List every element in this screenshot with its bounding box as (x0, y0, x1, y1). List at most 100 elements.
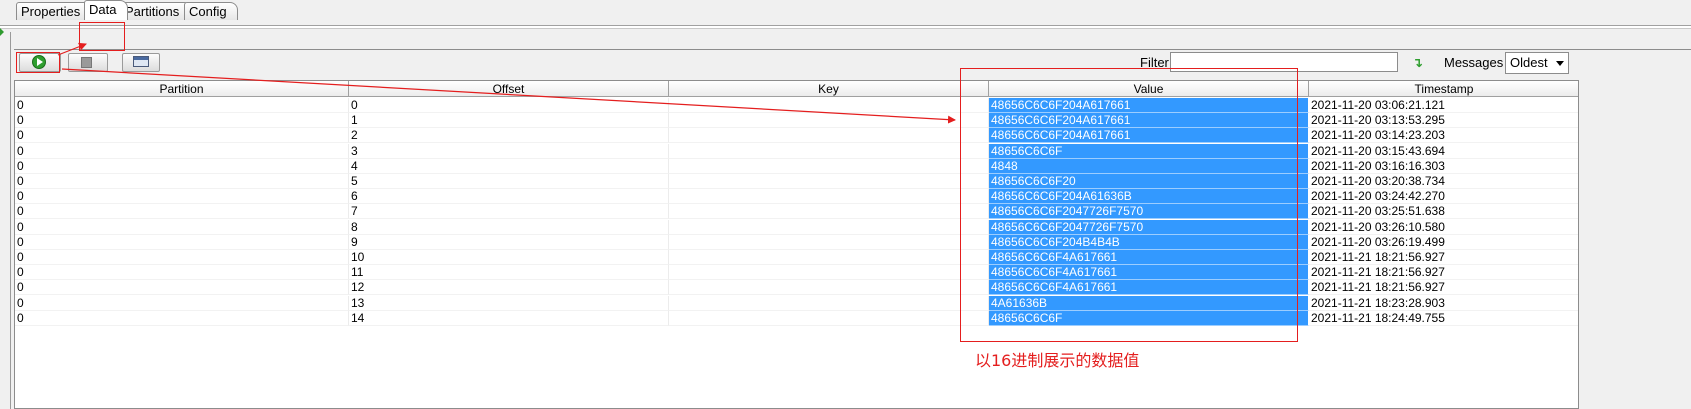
cell-key[interactable] (669, 310, 989, 326)
cell-key[interactable] (669, 250, 989, 265)
cell-offset[interactable]: 13 (349, 295, 669, 311)
cell-timestamp[interactable]: 2021-11-20 03:20:38.734 (1309, 174, 1578, 189)
cell-timestamp[interactable]: 2021-11-20 03:13:53.295 (1309, 113, 1578, 129)
cell-offset[interactable]: 14 (349, 310, 669, 326)
cell-key[interactable] (669, 143, 989, 159)
cell-key[interactable] (669, 158, 989, 174)
column-header-timestamp[interactable]: Timestamp (1309, 81, 1578, 97)
highlight-box-data-tab (79, 22, 125, 51)
cell-partition[interactable]: 0 (15, 128, 349, 144)
window-top-bar (0, 0, 1691, 26)
cell-offset[interactable]: 2 (349, 128, 669, 144)
cell-partition[interactable]: 0 (15, 250, 349, 265)
table-row[interactable]: 0 11 48656C6C6F4A617661 2021-11-21 18:21:56… (15, 265, 1578, 281)
messages-select[interactable]: Oldest (1505, 52, 1569, 74)
cell-partition[interactable]: 0 (15, 234, 349, 250)
cell-offset[interactable]: 7 (349, 204, 669, 220)
cell-offset[interactable]: 12 (349, 280, 669, 296)
highlight-box-value-column (960, 68, 1298, 342)
cell-offset[interactable]: 6 (349, 189, 669, 205)
table-row[interactable]: 0 6 48656C6C6F204A61636B 2021-11-20 03:24:4… (15, 189, 1578, 205)
cell-key[interactable] (669, 265, 989, 281)
cell-timestamp[interactable]: 2021-11-20 03:16:16.303 (1309, 158, 1578, 174)
cell-timestamp[interactable]: 2021-11-21 18:24:49.755 (1309, 310, 1578, 326)
cell-key[interactable] (669, 234, 989, 250)
cell-partition[interactable]: 0 (15, 158, 349, 174)
cell-partition[interactable]: 0 (15, 113, 349, 129)
cell-timestamp[interactable]: 2021-11-20 03:15:43.694 (1309, 144, 1578, 159)
table-row[interactable]: 0 9 48656C6C6F204B4B4B 2021-11-20 03:26:19.… (15, 234, 1578, 250)
cell-key[interactable] (669, 219, 989, 235)
cell-timestamp[interactable]: 2021-11-20 03:06:21.121 (1309, 98, 1578, 113)
filter-apply-icon[interactable]: ↴ (1412, 55, 1423, 71)
cell-partition[interactable]: 0 (15, 219, 349, 235)
table-row[interactable]: 0 2 48656C6C6F204A617661 2021-11-20 03:14:2… (15, 128, 1578, 144)
cell-key[interactable] (669, 295, 989, 311)
cell-partition[interactable]: 0 (15, 280, 349, 296)
stop-icon (81, 57, 92, 68)
messages-table[interactable]: Partition Offset Key Value Timestamp 004… (14, 80, 1579, 409)
table-row[interactable]: 0 10 48656C6C6F4A617661 2021-11-21 18:21:56… (15, 250, 1578, 265)
cell-offset[interactable]: 1 (349, 113, 669, 129)
table-row[interactable]: 0 14 48656C6C6F 2021-11-21 18:24:49.755 (15, 310, 1578, 326)
cell-timestamp[interactable]: 2021-11-21 18:23:28.903 (1309, 296, 1578, 311)
window-icon (133, 56, 149, 67)
cell-key[interactable] (669, 128, 989, 144)
chevron-down-icon (1556, 61, 1564, 66)
cell-timestamp[interactable]: 2021-11-21 18:21:56.927 (1309, 280, 1578, 296)
table-row[interactable]: 0 7 48656C6C6F2047726F7570 2021-11-20 03:25… (15, 204, 1578, 220)
tab-config[interactable]: Config (184, 2, 238, 20)
tab-properties[interactable]: Properties (16, 2, 94, 20)
cell-partition[interactable]: 0 (15, 189, 349, 205)
window-top-divider (0, 26, 1691, 29)
cell-key[interactable] (669, 280, 989, 296)
highlight-box-start-button (16, 52, 60, 73)
view-button[interactable] (122, 53, 160, 72)
cell-timestamp[interactable]: 2021-11-20 03:26:19.499 (1309, 235, 1578, 250)
column-header-key[interactable]: Key (669, 81, 989, 97)
cell-partition[interactable]: 0 (15, 265, 349, 281)
table-row[interactable]: 0 3 48656C6C6F 2021-11-20 03:15:43.694 (15, 143, 1578, 159)
table-row[interactable]: 0 12 48656C6C6F4A617661 2021-11-21 18:21:56… (15, 280, 1578, 296)
cell-key[interactable] (669, 204, 989, 220)
stop-button[interactable] (68, 53, 108, 72)
cell-partition[interactable]: 0 (15, 295, 349, 311)
cell-offset[interactable]: 0 (349, 98, 669, 113)
cell-timestamp[interactable]: 2021-11-21 18:21:56.927 (1309, 265, 1578, 281)
cell-offset[interactable]: 3 (349, 143, 669, 159)
cell-key[interactable] (669, 174, 989, 189)
cell-partition[interactable]: 0 (15, 174, 349, 189)
tab-label: Data (89, 2, 117, 17)
cell-timestamp[interactable]: 2021-11-20 03:14:23.203 (1309, 128, 1578, 144)
table-row[interactable]: 0 13 4A61636B 2021-11-21 18:23:28.903 (15, 295, 1578, 311)
cell-timestamp[interactable]: 2021-11-21 18:21:56.927 (1309, 250, 1578, 265)
cell-timestamp[interactable]: 2021-11-20 03:25:51.638 (1309, 204, 1578, 220)
cell-key[interactable] (669, 98, 989, 113)
cell-partition[interactable]: 0 (15, 204, 349, 220)
cell-offset[interactable]: 9 (349, 234, 669, 250)
table-row[interactable]: 0 8 48656C6C6F2047726F7570 2021-11-20 03:26… (15, 219, 1578, 235)
cell-key[interactable] (669, 189, 989, 205)
messages-label: Messages (1444, 55, 1504, 70)
column-header-offset[interactable]: Offset (349, 81, 669, 97)
tab-data[interactable]: Data (84, 0, 128, 20)
cell-offset[interactable]: 10 (349, 250, 669, 265)
column-header-partition[interactable]: Partition (15, 81, 349, 97)
table-row[interactable]: 0 5 48656C6C6F20 2021-11-20 03:20:38.734 (15, 174, 1578, 189)
table-row[interactable]: 0 4 4848 2021-11-20 03:16:16.303 (15, 158, 1578, 174)
table-row[interactable]: 0 0 48656C6C6F204A617661 2021-11-20 03:06:2… (15, 98, 1578, 113)
table-header: Partition Offset Key Value Timestamp (15, 81, 1578, 98)
cell-offset[interactable]: 5 (349, 174, 669, 189)
cell-partition[interactable]: 0 (15, 310, 349, 326)
cell-partition[interactable]: 0 (15, 98, 349, 113)
cell-partition[interactable]: 0 (15, 143, 349, 159)
cell-offset[interactable]: 8 (349, 219, 669, 235)
cell-timestamp[interactable]: 2021-11-20 03:26:10.580 (1309, 219, 1578, 235)
tab-partitions[interactable]: Partitions (120, 2, 192, 20)
table-row[interactable]: 0 1 48656C6C6F204A617661 2021-11-20 03:13:5… (15, 113, 1578, 129)
left-panel-divider (10, 32, 11, 409)
cell-timestamp[interactable]: 2021-11-20 03:24:42.270 (1309, 189, 1578, 205)
cell-offset[interactable]: 4 (349, 158, 669, 174)
cell-offset[interactable]: 11 (349, 265, 669, 281)
cell-key[interactable] (669, 113, 989, 129)
